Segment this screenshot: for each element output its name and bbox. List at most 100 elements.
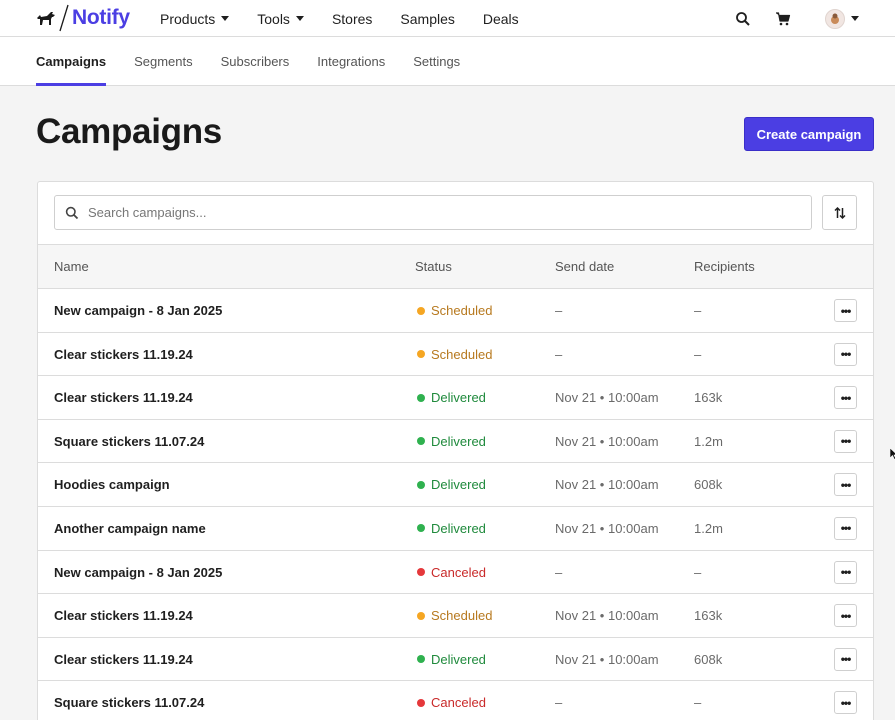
- table-row[interactable]: Another campaign name Delivered Nov 21 • 1…: [38, 507, 873, 551]
- campaign-name[interactable]: New campaign - 8 Jan 2025: [54, 289, 222, 332]
- campaign-name[interactable]: Another campaign name: [54, 507, 206, 550]
- table-row[interactable]: Hoodies campaign Delivered Nov 21 • 10:00a…: [38, 463, 873, 507]
- section-tabs: Campaigns Segments Subscribers Integrati…: [36, 37, 488, 86]
- status-dot: [417, 437, 425, 446]
- sort-button[interactable]: [822, 195, 857, 230]
- nav-products-label: Products: [160, 10, 216, 27]
- status-badge: Delivered: [417, 638, 486, 681]
- more-actions-button[interactable]: •••: [834, 560, 857, 584]
- recipients-count: 163k: [694, 608, 723, 624]
- table-row[interactable]: Square stickers 11.07.24 Delivered Nov 21 …: [38, 420, 873, 464]
- recipients-count: 163k: [694, 390, 723, 406]
- tab-settings[interactable]: Settings: [413, 37, 460, 85]
- campaign-name[interactable]: Clear stickers 11.19.24: [54, 376, 193, 419]
- more-actions-button[interactable]: •••: [834, 473, 857, 497]
- ellipsis-icon: •••: [840, 608, 852, 623]
- campaign-name[interactable]: New campaign - 8 Jan 2025: [54, 551, 222, 594]
- status-dot: [417, 698, 425, 707]
- status-label: Delivered: [431, 390, 486, 406]
- more-actions-button[interactable]: •••: [834, 604, 857, 628]
- status-label: Canceled: [431, 695, 486, 711]
- table-row[interactable]: Clear stickers 11.19.24 Scheduled Nov 21 •…: [38, 594, 873, 638]
- status-dot: [417, 655, 425, 664]
- ellipsis-icon: •••: [840, 303, 852, 318]
- nav-stores[interactable]: Stores: [332, 11, 372, 27]
- campaign-name[interactable]: Square stickers 11.07.24: [54, 420, 204, 463]
- status-badge: Canceled: [417, 551, 486, 594]
- column-header-status[interactable]: Status: [415, 259, 452, 274]
- recipients-count: 608k: [694, 477, 723, 493]
- nav-samples-label: Samples: [400, 10, 455, 27]
- ellipsis-icon: •••: [840, 521, 852, 536]
- mouse-cursor-icon: [890, 448, 895, 460]
- status-label: Delivered: [431, 651, 486, 667]
- cart-icon[interactable]: [775, 11, 791, 27]
- nav-deals-label: Deals: [482, 10, 519, 27]
- table-row[interactable]: Clear stickers 11.19.24 Delivered Nov 21 •…: [38, 376, 873, 420]
- send-date: –: [555, 564, 563, 580]
- tab-segments[interactable]: Segments: [134, 37, 193, 85]
- nav-deals[interactable]: Deals: [483, 11, 519, 27]
- campaign-name[interactable]: Clear stickers 11.19.24: [54, 594, 193, 637]
- top-navigation-bar: Notify Products Tools Stores Samples Dea…: [0, 0, 895, 37]
- recipients-count: 1.2m: [694, 433, 723, 449]
- nav-samples[interactable]: Samples: [400, 11, 454, 27]
- nav-stores-label: Stores: [331, 10, 373, 27]
- recipients-count: –: [694, 303, 702, 318]
- nav-tools-label: Tools: [257, 10, 290, 27]
- tab-integrations[interactable]: Integrations: [317, 37, 385, 85]
- recipients-count: –: [694, 695, 702, 711]
- tab-subscribers[interactable]: Subscribers: [221, 37, 290, 85]
- account-menu[interactable]: [825, 8, 859, 29]
- status-badge: Scheduled: [417, 333, 492, 376]
- header-actions: [735, 0, 859, 37]
- campaign-name[interactable]: Clear stickers 11.19.24: [54, 638, 193, 681]
- nav-products[interactable]: Products: [160, 10, 230, 27]
- send-date: Nov 21 • 10:00am: [555, 433, 659, 449]
- more-actions-button[interactable]: •••: [834, 342, 857, 366]
- search-field[interactable]: [54, 195, 812, 230]
- chevron-down-icon: [851, 16, 859, 21]
- status-dot: [417, 306, 425, 315]
- column-header-send-date[interactable]: Send date: [555, 259, 614, 274]
- create-campaign-button[interactable]: Create campaign: [744, 117, 874, 151]
- page-title: Campaigns: [36, 112, 222, 151]
- ellipsis-icon: •••: [840, 347, 852, 362]
- more-actions-button[interactable]: •••: [834, 429, 857, 453]
- search-input[interactable]: [88, 205, 788, 220]
- status-badge: Canceled: [417, 681, 486, 720]
- search-icon: [65, 206, 79, 219]
- brand-logo[interactable]: Notify: [36, 4, 130, 32]
- avatar-image: [831, 13, 839, 24]
- tab-campaigns[interactable]: Campaigns: [36, 37, 107, 86]
- status-badge: Delivered: [417, 507, 486, 550]
- status-badge: Scheduled: [417, 594, 492, 637]
- column-header-name[interactable]: Name: [54, 259, 89, 274]
- recipients-count: –: [694, 564, 702, 580]
- more-actions-button[interactable]: •••: [834, 299, 857, 322]
- ellipsis-icon: •••: [840, 390, 852, 405]
- campaign-name[interactable]: Hoodies campaign: [54, 463, 170, 506]
- more-actions-button[interactable]: •••: [834, 386, 857, 410]
- status-label: Delivered: [431, 477, 486, 493]
- table-row[interactable]: New campaign - 8 Jan 2025 Canceled – – •••: [38, 551, 873, 595]
- more-actions-button[interactable]: •••: [834, 516, 857, 540]
- more-actions-button[interactable]: •••: [834, 647, 857, 671]
- logo-slash-mark: [59, 4, 69, 32]
- column-header-recipients[interactable]: Recipients: [694, 259, 755, 274]
- status-label: Scheduled: [431, 608, 493, 624]
- send-date: Nov 21 • 10:00am: [555, 477, 659, 493]
- ellipsis-icon: •••: [840, 434, 852, 449]
- ellipsis-icon: •••: [840, 695, 852, 710]
- campaign-name[interactable]: Clear stickers 11.19.24: [54, 333, 193, 376]
- table-row[interactable]: Clear stickers 11.19.24 Scheduled – – •••: [38, 333, 873, 377]
- campaign-name[interactable]: Square stickers 11.07.24: [54, 681, 204, 720]
- table-row[interactable]: Clear stickers 11.19.24 Delivered Nov 21 •…: [38, 638, 873, 682]
- table-row[interactable]: New campaign - 8 Jan 2025 Scheduled – – •••: [38, 289, 873, 333]
- status-label: Canceled: [431, 564, 486, 580]
- more-actions-button[interactable]: •••: [834, 691, 857, 715]
- table-row[interactable]: Square stickers 11.07.24 Canceled – – •••: [38, 681, 873, 720]
- main-nav: Products Tools Stores Samples Deals: [160, 0, 547, 37]
- search-icon[interactable]: [735, 11, 751, 27]
- nav-tools[interactable]: Tools: [257, 11, 304, 27]
